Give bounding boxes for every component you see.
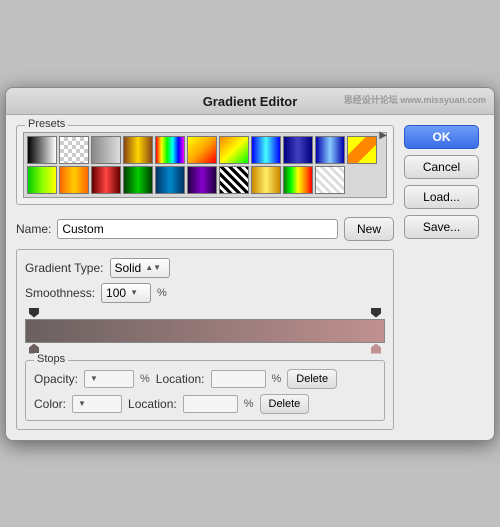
- preset-swatch[interactable]: [187, 166, 217, 194]
- color-label: Color:: [34, 397, 66, 411]
- presets-swatches: [27, 136, 383, 194]
- preset-swatch[interactable]: [155, 136, 185, 164]
- name-input[interactable]: [57, 219, 338, 239]
- color-stops-row: [25, 343, 385, 354]
- opacity-pct: %: [140, 373, 150, 385]
- gradient-editor-dialog: Gradient Editor 思经设计论坛 www.missyuan.com …: [5, 87, 495, 441]
- gradient-type-select[interactable]: Solid ▲▼: [110, 258, 170, 278]
- location-input-color[interactable]: [183, 395, 238, 413]
- smoothness-unit: %: [157, 287, 167, 299]
- location-input-opacity[interactable]: [211, 370, 266, 388]
- preset-swatch[interactable]: [347, 136, 377, 164]
- color-stop-row: Color: ▼ Location: % Delete: [34, 394, 376, 414]
- preset-swatch[interactable]: [27, 166, 57, 194]
- stops-label: Stops: [34, 353, 68, 365]
- stops-group: Stops Opacity: ▼ % Location: % Delete: [25, 360, 385, 421]
- name-label: Name:: [16, 222, 51, 236]
- preset-swatch[interactable]: [91, 136, 121, 164]
- preset-swatch[interactable]: [251, 166, 281, 194]
- left-panel: Presets ▶: [16, 125, 394, 430]
- preset-swatch[interactable]: [283, 166, 313, 194]
- preset-swatch[interactable]: [27, 136, 57, 164]
- expand-presets-arrow[interactable]: ▶: [379, 130, 387, 141]
- smoothness-select[interactable]: 100 ▼: [101, 283, 151, 303]
- preset-swatch[interactable]: [283, 136, 313, 164]
- color-stop-right[interactable]: [371, 344, 381, 354]
- smoothness-row: Smoothness: 100 ▼ %: [25, 283, 385, 303]
- opacity-input[interactable]: ▼: [84, 370, 134, 388]
- delete-button-color[interactable]: Delete: [260, 394, 310, 414]
- preset-swatch[interactable]: [315, 166, 345, 194]
- gradient-type-arrow: ▲▼: [145, 263, 161, 272]
- cancel-button[interactable]: Cancel: [404, 155, 479, 179]
- ok-button[interactable]: OK: [404, 125, 479, 149]
- preset-swatch[interactable]: [91, 166, 121, 194]
- smoothness-label: Smoothness:: [25, 286, 95, 300]
- new-button[interactable]: New: [344, 217, 394, 241]
- preset-swatch[interactable]: [219, 166, 249, 194]
- preset-swatch[interactable]: [219, 136, 249, 164]
- watermark: 思经设计论坛 www.missyuan.com: [344, 93, 486, 106]
- preset-swatch[interactable]: [155, 166, 185, 194]
- dialog-title: Gradient Editor: [203, 94, 298, 109]
- preset-swatch[interactable]: [59, 166, 89, 194]
- presets-group: Presets ▶: [16, 125, 394, 205]
- load-button[interactable]: Load...: [404, 185, 479, 209]
- preset-swatch[interactable]: [251, 136, 281, 164]
- name-row: Name: New: [16, 217, 394, 241]
- gradient-bar[interactable]: [25, 319, 385, 343]
- right-panel: OK Cancel Load... Save...: [404, 125, 484, 430]
- location-label-opacity: Location:: [156, 372, 205, 386]
- title-bar: Gradient Editor 思经设计论坛 www.missyuan.com: [6, 88, 494, 115]
- gradient-settings-group: Gradient Type: Solid ▲▼ Smoothness: 100 …: [16, 249, 394, 430]
- delete-button-opacity[interactable]: Delete: [287, 369, 337, 389]
- opacity-stop-right[interactable]: [371, 308, 381, 318]
- location-pct-opacity: %: [272, 373, 282, 385]
- presets-label: Presets: [25, 118, 68, 130]
- save-button[interactable]: Save...: [404, 215, 479, 239]
- preset-swatch[interactable]: [123, 166, 153, 194]
- opacity-label: Opacity:: [34, 372, 78, 386]
- gradient-type-label: Gradient Type:: [25, 261, 104, 275]
- opacity-stop-row: Opacity: ▼ % Location: % Delete: [34, 369, 376, 389]
- presets-scroll-area[interactable]: [23, 132, 387, 198]
- smoothness-arrow: ▼: [130, 288, 138, 297]
- preset-swatch[interactable]: [315, 136, 345, 164]
- color-location-pct: %: [244, 398, 254, 410]
- gradient-type-row: Gradient Type: Solid ▲▼: [25, 258, 385, 278]
- preset-swatch[interactable]: [187, 136, 217, 164]
- gradient-bar-area: [25, 308, 385, 354]
- color-location-label: Location:: [128, 397, 177, 411]
- preset-swatch[interactable]: [59, 136, 89, 164]
- preset-swatch[interactable]: [123, 136, 153, 164]
- color-input[interactable]: ▼: [72, 395, 122, 413]
- opacity-stops-row: [25, 308, 385, 318]
- opacity-stop-left[interactable]: [29, 308, 39, 318]
